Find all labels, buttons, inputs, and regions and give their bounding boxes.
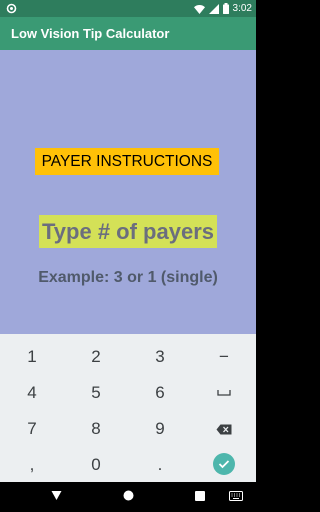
circle-notification-icon <box>6 3 17 14</box>
key-0[interactable]: 0 <box>64 447 128 483</box>
key-9[interactable]: 9 <box>128 411 192 447</box>
space-icon <box>217 389 231 397</box>
key-space[interactable] <box>192 375 256 411</box>
recents-square-icon <box>195 488 205 506</box>
keyboard-switch-button[interactable] <box>216 482 256 512</box>
keyboard-icon <box>229 488 243 506</box>
numeric-keyboard: 1 2 3 − 4 5 6 7 8 9 , 0 . <box>0 334 256 482</box>
recents-button[interactable] <box>180 482 220 512</box>
key-period[interactable]: . <box>128 447 192 483</box>
key-2[interactable]: 2 <box>64 339 128 375</box>
key-comma[interactable]: , <box>0 447 64 483</box>
key-6[interactable]: 6 <box>128 375 192 411</box>
app-title: Low Vision Tip Calculator <box>11 26 170 41</box>
back-triangle-icon <box>51 488 62 506</box>
status-bar: 3:02 <box>0 0 256 17</box>
key-4[interactable]: 4 <box>0 375 64 411</box>
payers-input-prompt[interactable]: Type # of payers <box>39 215 217 248</box>
key-5[interactable]: 5 <box>64 375 128 411</box>
home-circle-icon <box>123 488 134 506</box>
key-7[interactable]: 7 <box>0 411 64 447</box>
home-button[interactable] <box>108 482 148 512</box>
payer-instructions-heading: PAYER INSTRUCTIONS <box>35 148 219 175</box>
key-8[interactable]: 8 <box>64 411 128 447</box>
key-1[interactable]: 1 <box>0 339 64 375</box>
example-text: Example: 3 or 1 (single) <box>38 269 218 286</box>
signal-icon <box>208 3 219 14</box>
main-content: PAYER INSTRUCTIONS Type # of payers Exam… <box>0 50 256 334</box>
key-3[interactable]: 3 <box>128 339 192 375</box>
key-minus[interactable]: − <box>192 339 256 375</box>
battery-icon <box>222 3 229 14</box>
app-bar: Low Vision Tip Calculator <box>0 17 256 50</box>
backspace-icon <box>216 424 232 435</box>
wifi-icon <box>193 4 205 14</box>
back-button[interactable] <box>36 482 76 512</box>
key-done[interactable] <box>192 446 256 482</box>
key-backspace[interactable] <box>192 411 256 447</box>
done-check-icon <box>213 453 235 475</box>
navigation-bar <box>0 482 256 512</box>
status-time: 3:02 <box>232 3 252 14</box>
